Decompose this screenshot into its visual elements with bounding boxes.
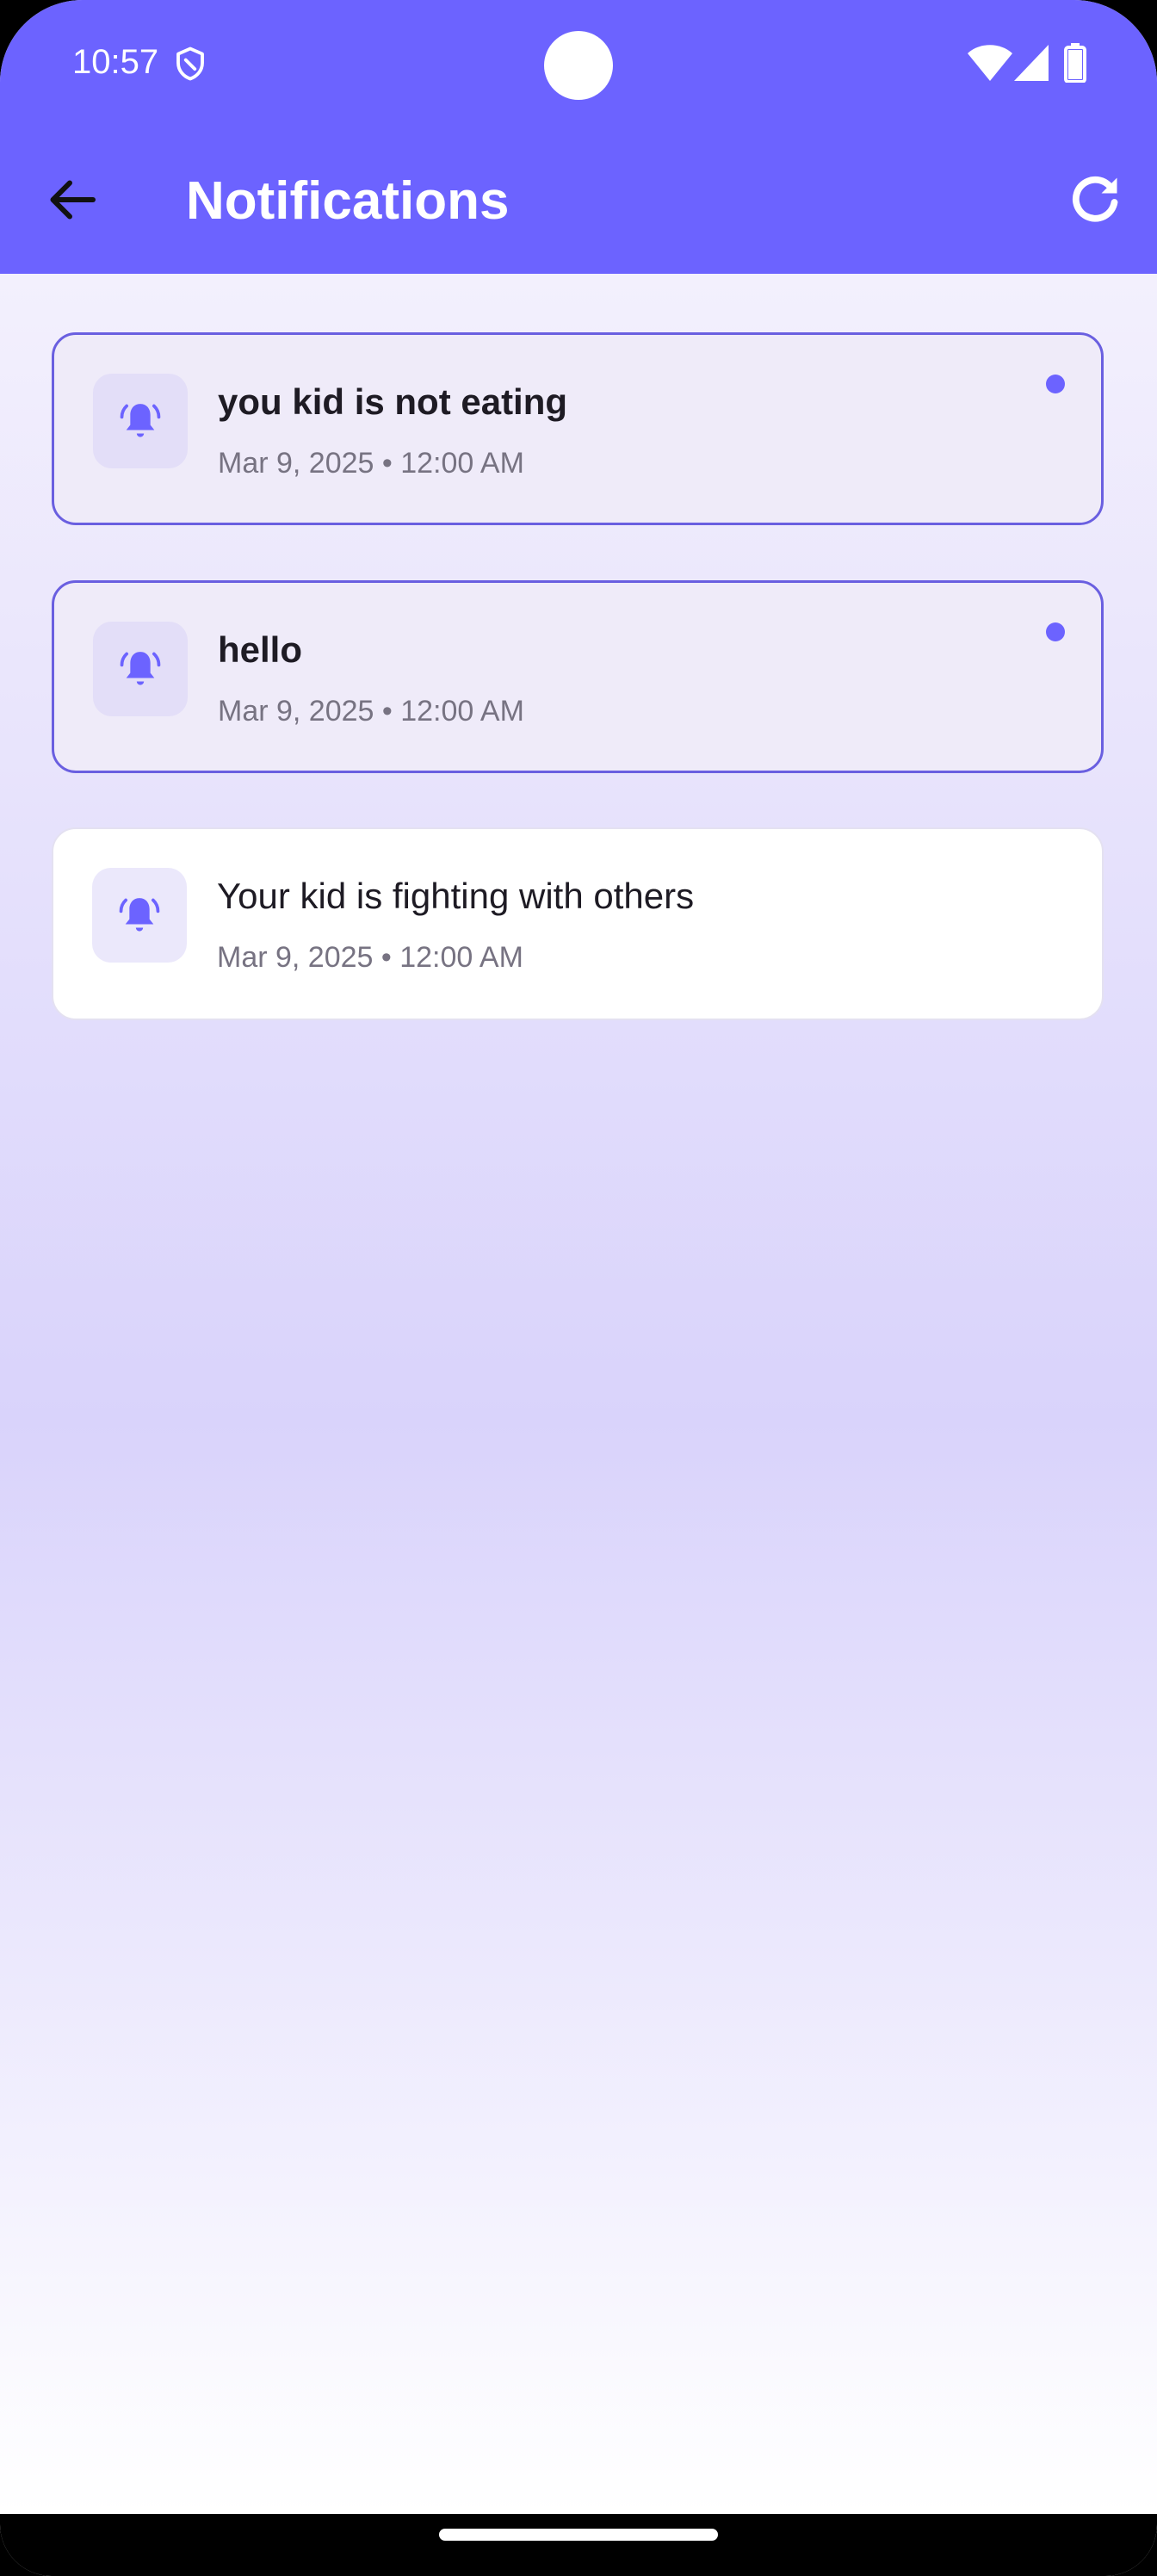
wifi-icon xyxy=(968,45,1012,81)
status-time: 10:57 xyxy=(72,43,159,81)
system-navigation-bar xyxy=(0,2514,1157,2576)
notification-title: hello xyxy=(218,629,303,670)
unread-indicator xyxy=(1046,375,1065,393)
notification-title: you kid is not eating xyxy=(218,381,568,422)
battery-icon xyxy=(1064,43,1086,83)
notification-title: Your kid is fighting with others xyxy=(217,876,695,916)
shield-icon xyxy=(176,46,204,81)
bell-ringing-icon xyxy=(120,404,161,437)
notification-icon-box xyxy=(93,622,188,716)
bell-ringing-icon xyxy=(119,898,160,932)
back-arrow-icon[interactable] xyxy=(41,169,103,231)
signal-icon xyxy=(1014,45,1049,81)
notification-card[interactable]: Your kid is fighting with others Mar 9, … xyxy=(52,827,1104,1020)
unread-indicator xyxy=(1046,622,1065,641)
notification-timestamp: Mar 9, 2025 • 12:00 AM xyxy=(217,941,523,974)
app-bar: 10:57 Notifications xyxy=(0,0,1157,274)
phone-screen: 10:57 Notifications you kid is not eatin… xyxy=(0,0,1157,2576)
refresh-icon[interactable] xyxy=(1064,169,1126,231)
notification-card[interactable]: hello Mar 9, 2025 • 12:00 AM xyxy=(52,580,1104,773)
camera-cutout xyxy=(544,31,613,100)
notification-icon-box xyxy=(92,868,187,963)
notification-timestamp: Mar 9, 2025 • 12:00 AM xyxy=(218,447,524,480)
bell-ringing-icon xyxy=(120,652,161,685)
notification-card[interactable]: you kid is not eating Mar 9, 2025 • 12:0… xyxy=(52,332,1104,525)
home-indicator[interactable] xyxy=(439,2529,718,2541)
page-title: Notifications xyxy=(186,171,510,231)
status-bar: 10:57 xyxy=(0,0,1157,129)
notification-icon-box xyxy=(93,374,188,468)
notification-timestamp: Mar 9, 2025 • 12:00 AM xyxy=(218,695,524,728)
